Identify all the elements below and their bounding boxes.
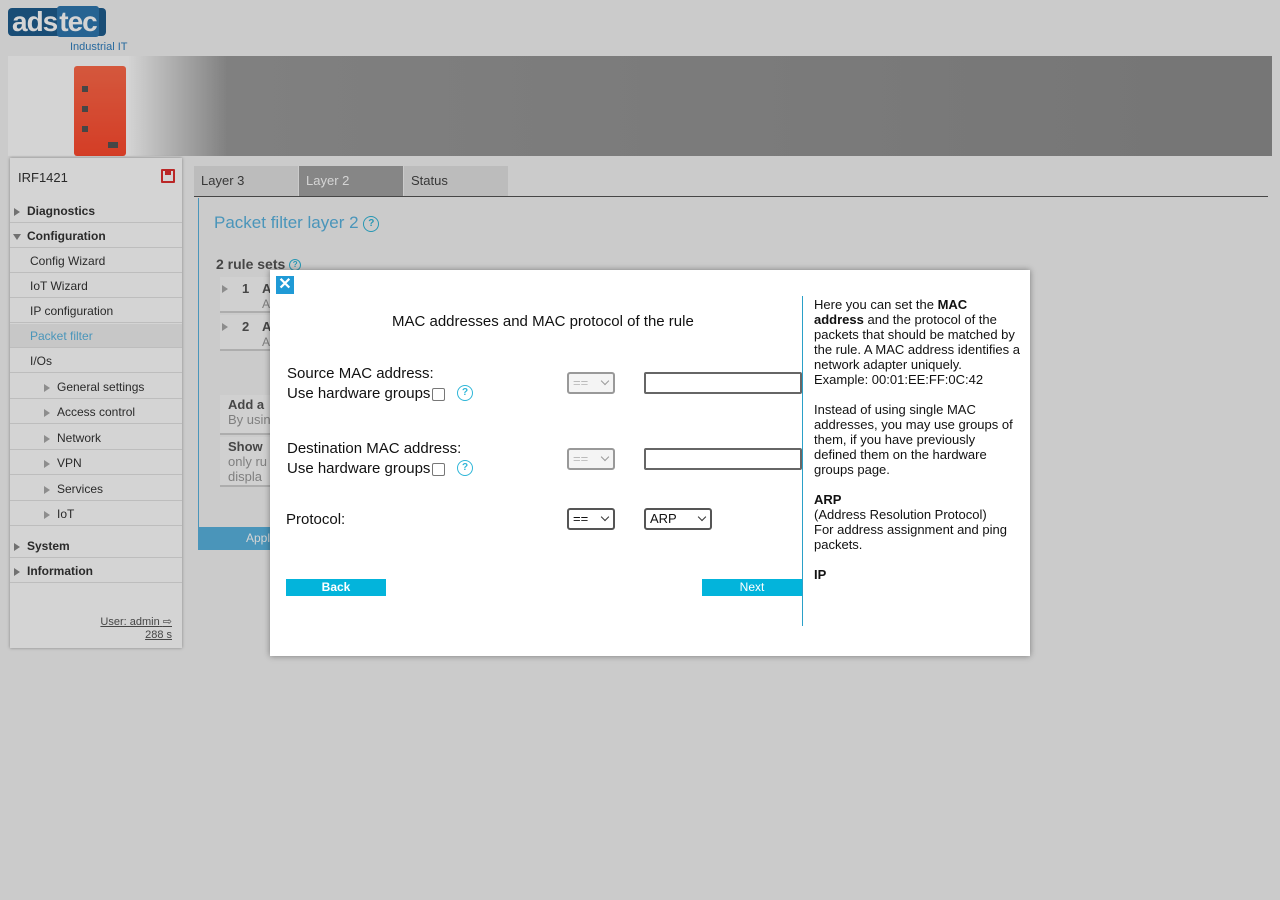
protocol-label: Protocol: <box>286 511 346 528</box>
help-icon[interactable]: ? <box>457 385 473 401</box>
rule-wizard-dialog: ✕ MAC addresses and MAC protocol of the … <box>270 270 1030 656</box>
help-intro: Here you can set the MAC address and the… <box>814 297 1020 387</box>
chevron-down-icon <box>697 512 707 522</box>
protocol-select[interactable]: ARP <box>644 508 712 530</box>
dest-operator-select[interactable]: == <box>567 448 615 470</box>
source-mac-label: Source MAC address: <box>287 365 434 382</box>
help-panel: Here you can set the MAC address and the… <box>814 297 1020 597</box>
back-button[interactable]: Back <box>286 579 386 596</box>
help-divider <box>802 296 803 626</box>
dest-mac-input[interactable] <box>644 448 802 470</box>
source-hw-groups-label: Use hardware groups <box>287 385 431 402</box>
close-icon[interactable]: ✕ <box>276 276 294 294</box>
help-arp: ARP (Address Resolution Protocol) For addr… <box>814 492 1007 552</box>
dialog-heading: MAC addresses and MAC protocol of the ru… <box>392 313 694 330</box>
help-ip: IP <box>814 567 827 582</box>
help-icon[interactable]: ? <box>457 460 473 476</box>
protocol-operator-select[interactable]: == <box>567 508 615 530</box>
source-operator-select[interactable]: == <box>567 372 615 394</box>
help-groups: Instead of using single MAC addresses, y… <box>814 402 1013 477</box>
chevron-down-icon <box>600 452 610 462</box>
dest-hw-groups-checkbox[interactable] <box>432 463 445 476</box>
dest-hw-groups-label: Use hardware groups <box>287 460 431 477</box>
dest-mac-label: Destination MAC address: <box>287 440 462 457</box>
source-hw-groups-checkbox[interactable] <box>432 388 445 401</box>
next-button[interactable]: Next <box>702 579 802 596</box>
chevron-down-icon <box>600 512 610 522</box>
source-mac-input[interactable] <box>644 372 802 394</box>
chevron-down-icon <box>600 376 610 386</box>
